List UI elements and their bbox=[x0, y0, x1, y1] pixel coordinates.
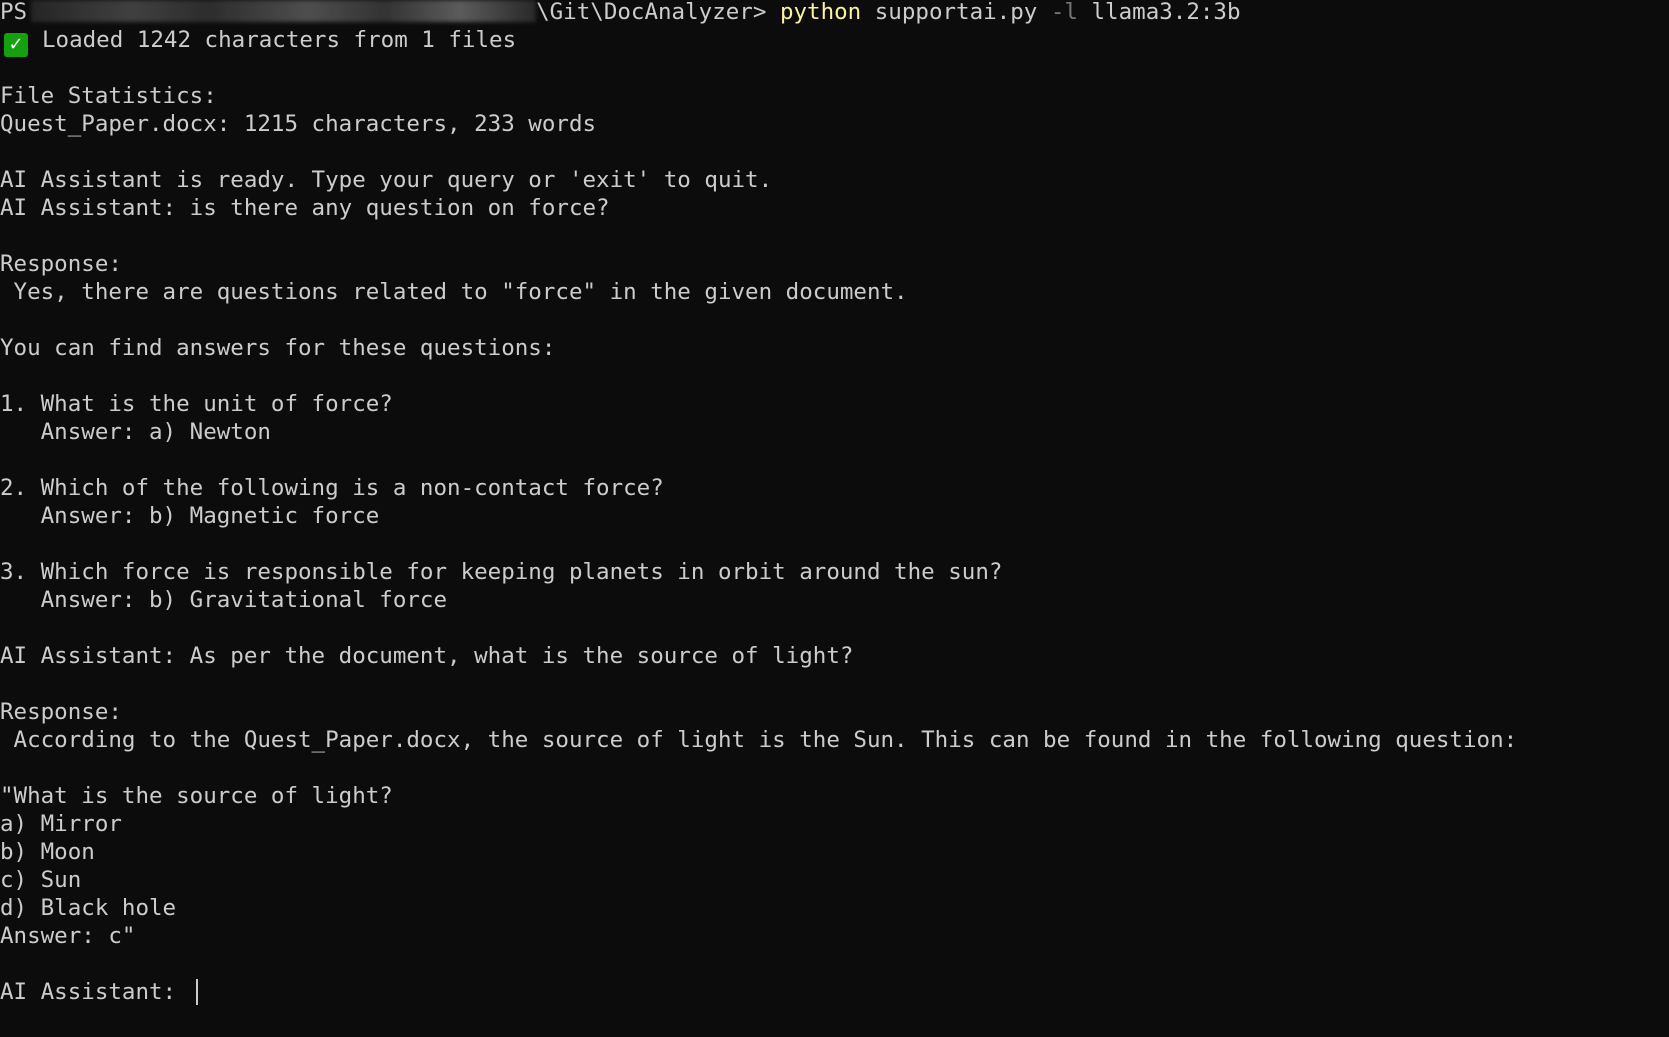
input-prompt: AI Assistant: bbox=[0, 979, 190, 1005]
stats-file-line: Quest_Paper.docx: 1215 characters, 233 w… bbox=[0, 111, 597, 137]
ready-message: AI Assistant is ready. Type your query o… bbox=[0, 167, 773, 193]
input-line[interactable]: AI Assistant: bbox=[0, 978, 198, 1006]
quote-line: "What is the source of light? bbox=[0, 783, 393, 809]
response-label-2: Response: bbox=[0, 699, 122, 725]
list-item-question: 2. Which of the following is a non-conta… bbox=[0, 475, 664, 501]
response-label-1: Response: bbox=[0, 251, 122, 277]
loaded-status-line: ✓ Loaded 1242 characters from 1 files bbox=[0, 26, 517, 57]
script-name: supportai.py bbox=[874, 0, 1038, 25]
list-item-answer: Answer: a) Newton bbox=[0, 419, 271, 445]
query-1: AI Assistant: is there any question on f… bbox=[0, 195, 610, 221]
query-2: AI Assistant: As per the document, what … bbox=[0, 643, 854, 669]
text-cursor[interactable] bbox=[195, 979, 198, 1005]
path-tail: \Git\DocAnalyzer> bbox=[536, 0, 767, 25]
redacted-path bbox=[31, 0, 537, 22]
quote-line: b) Moon bbox=[0, 839, 95, 865]
terminal-window[interactable]: PS \Git\DocAnalyzer> python supportai.py … bbox=[0, 0, 1669, 1037]
quote-line: d) Black hole bbox=[0, 895, 177, 921]
list-item-answer: Answer: b) Magnetic force bbox=[0, 503, 380, 529]
quote-line: a) Mirror bbox=[0, 811, 122, 837]
loaded-text: Loaded 1242 characters from 1 files bbox=[42, 27, 517, 53]
list-item-question: 1. What is the unit of force? bbox=[0, 391, 393, 417]
list-item-question: 3. Which force is responsible for keepin… bbox=[0, 559, 1003, 585]
response-find-line: You can find answers for these questions… bbox=[0, 335, 556, 361]
response-intro-1: Yes, there are questions related to "for… bbox=[0, 279, 908, 305]
ps-prefix: PS bbox=[0, 0, 28, 25]
prompt-line: PS \Git\DocAnalyzer> python supportai.py … bbox=[0, 0, 1241, 26]
quote-line: Answer: c" bbox=[0, 923, 136, 949]
command-name: python bbox=[779, 0, 862, 25]
check-mark-icon: ✓ bbox=[4, 33, 28, 57]
stats-heading: File Statistics: bbox=[0, 83, 217, 109]
list-item-answer: Answer: b) Gravitational force bbox=[0, 587, 448, 613]
model-name: llama3.2:3b bbox=[1091, 0, 1241, 25]
response-intro-2: According to the Quest_Paper.docx, the s… bbox=[0, 727, 1518, 753]
quote-line: c) Sun bbox=[0, 867, 82, 893]
command-flag: -l bbox=[1050, 0, 1078, 25]
